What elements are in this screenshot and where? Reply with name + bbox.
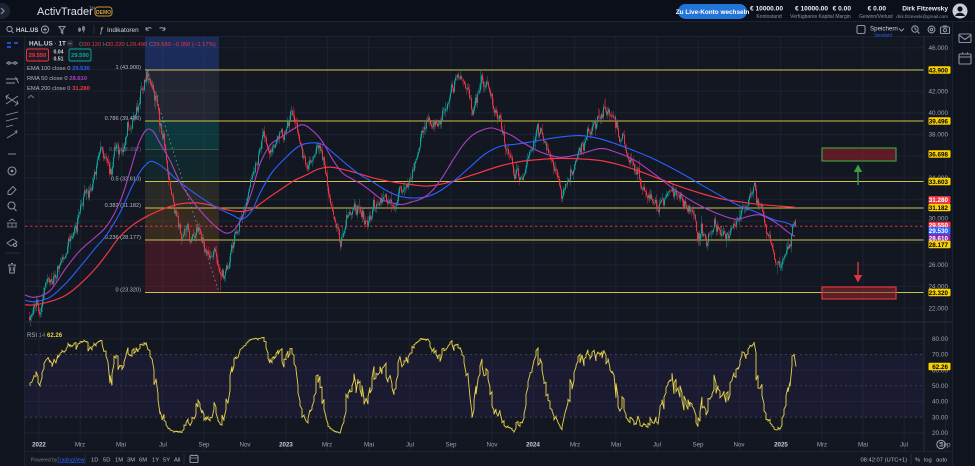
- svg-text:2022: 2022: [32, 442, 46, 449]
- svg-text:0.51: 0.51: [53, 57, 63, 63]
- svg-text:ActivTrader: ActivTrader: [37, 6, 93, 18]
- svg-text:log: log: [924, 458, 932, 464]
- svg-text:1M: 1M: [115, 458, 123, 464]
- svg-text:36.698: 36.698: [929, 151, 949, 158]
- svg-text:29.590: 29.590: [71, 53, 89, 59]
- svg-text:€ 10000.00: € 10000.00: [750, 6, 783, 13]
- svg-text:Kontostand: Kontostand: [756, 14, 782, 20]
- svg-text:Sep: Sep: [445, 442, 457, 449]
- svg-text:Indikatoren: Indikatoren: [107, 27, 139, 34]
- svg-text:Gewinn/Verlust: Gewinn/Verlust: [859, 14, 893, 20]
- svg-text:Margin: Margin: [835, 14, 851, 20]
- svg-text:08:42:07 (UTC+1): 08:42:07 (UTC+1): [860, 458, 907, 464]
- svg-text:3M: 3M: [127, 458, 135, 464]
- svg-text:Sep: Sep: [692, 442, 704, 449]
- svg-text:42.000: 42.000: [928, 88, 948, 95]
- svg-text:40.000: 40.000: [928, 110, 948, 117]
- svg-text:33.603: 33.603: [929, 179, 949, 186]
- svg-text:auto: auto: [936, 458, 947, 464]
- svg-text:%: %: [915, 458, 920, 464]
- svg-text:23.320: 23.320: [929, 290, 949, 297]
- svg-text:0.04: 0.04: [53, 50, 63, 56]
- svg-text:46.000: 46.000: [928, 45, 948, 52]
- svg-text:Sep: Sep: [198, 442, 210, 449]
- svg-text:5D: 5D: [103, 458, 110, 464]
- svg-text:40.00: 40.00: [932, 399, 948, 406]
- svg-text:80.00: 80.00: [932, 336, 948, 343]
- svg-text:43.900: 43.900: [929, 67, 949, 74]
- svg-text:HAL.US · 1T: HAL.US · 1T: [29, 41, 66, 48]
- svg-text:Nov: Nov: [733, 442, 745, 449]
- svg-text:Mai: Mai: [364, 442, 374, 449]
- svg-text:dirk.fitzewski@gmail.com: dirk.fitzewski@gmail.com: [896, 14, 948, 19]
- svg-text:31.182: 31.182: [929, 205, 949, 212]
- svg-text:0 (23.320): 0 (23.320): [116, 287, 142, 293]
- svg-text:Mrz: Mrz: [75, 442, 85, 449]
- svg-text:1 (43.900): 1 (43.900): [116, 65, 142, 71]
- svg-text:0.236 (28.177): 0.236 (28.177): [105, 235, 142, 241]
- svg-text:€ 0.00: € 0.00: [833, 6, 852, 13]
- svg-text:Mai: Mai: [858, 442, 868, 449]
- svg-text:Mrz: Mrz: [570, 442, 580, 449]
- svg-text:30.00: 30.00: [932, 414, 948, 421]
- svg-text:Mai: Mai: [116, 442, 126, 449]
- svg-text:Powered by: Powered by: [31, 458, 58, 464]
- svg-text:39.496: 39.496: [929, 118, 949, 125]
- svg-text:O30.120 H30.220 L29.490 C29.55: O30.120 H30.220 L29.490 C29.550 −0.350 (…: [79, 42, 216, 48]
- svg-text:Standard: Standard: [874, 33, 892, 38]
- svg-text:6M: 6M: [139, 458, 147, 464]
- svg-text:Speichern: Speichern: [870, 26, 898, 33]
- svg-text:29.530: 29.530: [929, 228, 949, 235]
- svg-text:Verfügbares Kapital: Verfügbares Kapital: [790, 14, 834, 20]
- svg-text:2024: 2024: [526, 442, 540, 449]
- svg-text:HAL.US: HAL.US: [16, 28, 38, 34]
- svg-text:22.000: 22.000: [928, 305, 948, 312]
- svg-text:62.26: 62.26: [932, 364, 948, 371]
- svg-text:RSI 14 62.26: RSI 14 62.26: [27, 333, 63, 339]
- svg-text:Jul: Jul: [900, 442, 908, 449]
- svg-text:Jul: Jul: [653, 442, 661, 449]
- svg-text:Sep: Sep: [939, 442, 951, 449]
- svg-text:EMA 100 close 0 29.530: EMA 100 close 0 29.530: [27, 66, 90, 72]
- svg-text:EMA 200 close 0 31.280: EMA 200 close 0 31.280: [27, 86, 90, 92]
- svg-text:2025: 2025: [774, 442, 788, 449]
- svg-text:Mai: Mai: [611, 442, 621, 449]
- svg-text:€ 0.00: € 0.00: [868, 6, 887, 13]
- svg-text:50.00: 50.00: [932, 383, 948, 390]
- svg-text:70.00: 70.00: [932, 352, 948, 359]
- svg-text:Jul: Jul: [406, 442, 414, 449]
- svg-text:Dirk Fitzewsky: Dirk Fitzewsky: [902, 6, 948, 13]
- svg-text:Zu Live-Konto wechseln: Zu Live-Konto wechseln: [676, 9, 750, 16]
- svg-text:All: All: [174, 458, 180, 464]
- svg-text:2023: 2023: [279, 442, 293, 449]
- svg-text:TM: TM: [89, 5, 95, 10]
- svg-text:Nov: Nov: [239, 442, 251, 449]
- svg-text:DEMO: DEMO: [96, 10, 111, 16]
- svg-text:1Y: 1Y: [152, 458, 159, 464]
- svg-text:38.000: 38.000: [928, 132, 948, 139]
- svg-text:Nov: Nov: [486, 442, 498, 449]
- svg-text:Jul: Jul: [159, 442, 167, 449]
- svg-text:1D: 1D: [91, 458, 98, 464]
- svg-text:29.550: 29.550: [29, 53, 47, 59]
- svg-text:28.177: 28.177: [929, 242, 949, 249]
- svg-text:31.280: 31.280: [929, 197, 949, 204]
- svg-text:Mrz: Mrz: [322, 442, 332, 449]
- svg-text:RMA 50 close 0 28.610: RMA 50 close 0 28.610: [27, 76, 87, 82]
- svg-text:€ 10000.00: € 10000.00: [795, 6, 828, 13]
- svg-text:20.00: 20.00: [932, 430, 948, 437]
- svg-text:TradingView: TradingView: [57, 458, 85, 464]
- svg-text:ƒ: ƒ: [99, 25, 104, 35]
- svg-text:5Y: 5Y: [163, 458, 170, 464]
- svg-text:Mrz: Mrz: [817, 442, 827, 449]
- svg-text:26.000: 26.000: [928, 262, 948, 269]
